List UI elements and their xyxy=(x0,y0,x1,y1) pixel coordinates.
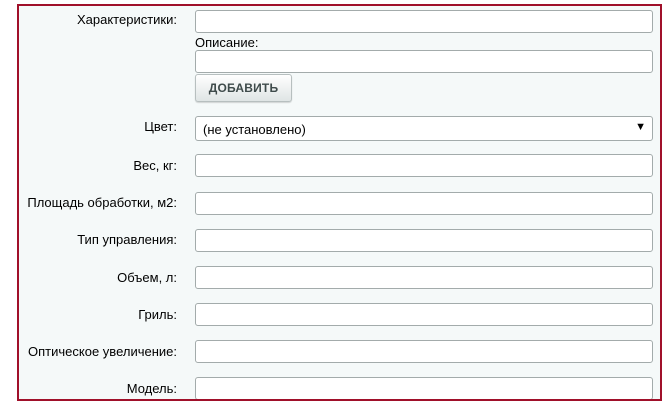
grill-input[interactable] xyxy=(195,303,653,326)
optical-zoom-input[interactable] xyxy=(195,340,653,363)
characteristics-input[interactable] xyxy=(195,10,653,33)
area-label: Площадь обработки, м2: xyxy=(27,195,177,210)
control-type-label: Тип управления: xyxy=(77,232,177,247)
grill-label: Гриль: xyxy=(138,307,177,322)
area-input[interactable] xyxy=(195,192,653,215)
optical-zoom-label: Оптическое увеличение: xyxy=(28,344,177,359)
color-label: Цвет: xyxy=(144,119,177,134)
color-select[interactable]: (не установлено) ▼ xyxy=(195,116,653,141)
description-input[interactable] xyxy=(195,50,653,73)
description-label: Описание: xyxy=(195,35,259,50)
characteristics-label: Характеристики: xyxy=(76,12,177,27)
weight-label: Вес, кг: xyxy=(133,158,177,173)
volume-input[interactable] xyxy=(195,266,653,289)
add-button[interactable]: ДОБАВИТЬ xyxy=(195,74,292,102)
volume-label: Объем, л: xyxy=(117,270,177,285)
weight-input[interactable] xyxy=(195,154,653,177)
dropdown-arrow-icon: ▼ xyxy=(635,121,646,133)
control-type-input[interactable] xyxy=(195,229,653,252)
model-input[interactable] xyxy=(195,377,653,399)
model-label: Модель: xyxy=(126,381,177,396)
form-panel: Характеристики: Описание: ДОБАВИТЬ Цвет:… xyxy=(17,4,662,401)
color-select-value: (не установлено) xyxy=(203,122,306,137)
